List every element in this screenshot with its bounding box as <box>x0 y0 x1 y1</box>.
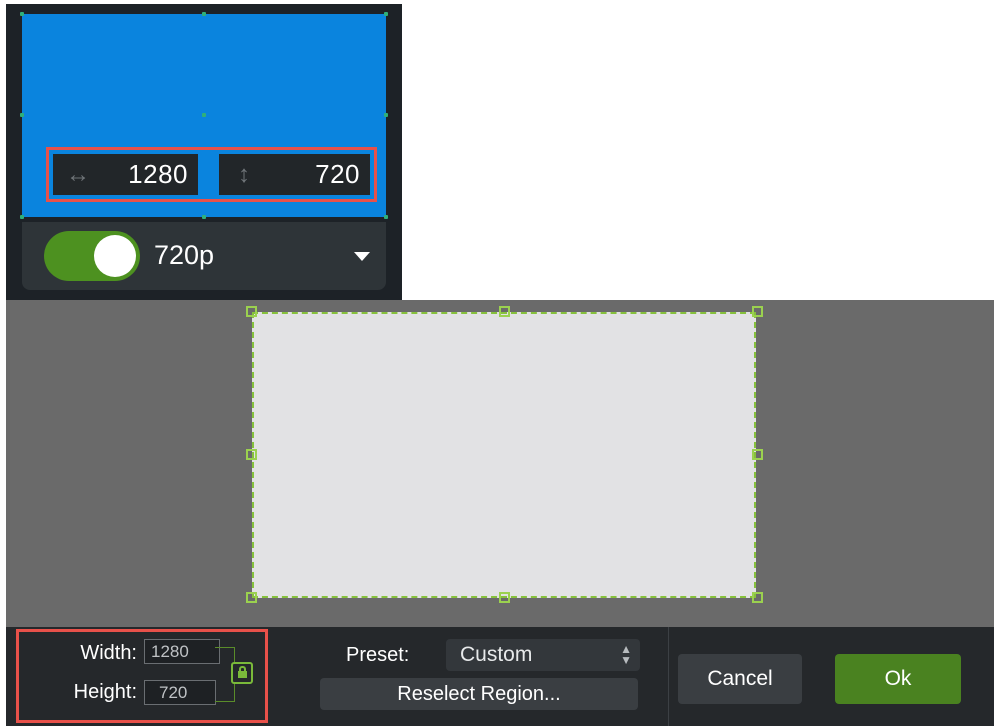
region-center-handle[interactable] <box>202 113 206 117</box>
resize-handle-bottom-right[interactable] <box>752 592 763 603</box>
resize-handle-top-right[interactable] <box>752 306 763 317</box>
dimensions-highlight: Width: 1280 Height: 720 <box>16 629 268 723</box>
height-label: Height: <box>73 681 137 703</box>
height-field[interactable]: ↕ 720 <box>219 154 370 195</box>
toggle-knob <box>94 235 136 277</box>
resize-handle-top-left[interactable] <box>246 306 257 317</box>
horizontal-arrows-icon: ↔ <box>66 160 90 188</box>
width-label: Width: <box>80 642 137 664</box>
resize-handle-bottom[interactable] <box>499 592 510 603</box>
cancel-button[interactable]: Cancel <box>678 654 802 704</box>
capture-toolbar: Width: 1280 Height: 720 Preset: Custom ▲… <box>6 627 994 726</box>
region-handle[interactable] <box>20 113 24 117</box>
resize-handle-left[interactable] <box>246 449 257 460</box>
lock-icon[interactable] <box>231 662 253 684</box>
region-handle[interactable] <box>202 12 206 16</box>
width-field[interactable]: ↔ 1280 <box>53 154 198 195</box>
region-handle[interactable] <box>20 215 24 219</box>
lock-aspect-toggle[interactable] <box>44 231 140 281</box>
resolution-label[interactable]: 720p <box>154 240 214 271</box>
vertical-arrows-icon: ↕ <box>238 160 250 188</box>
width-input[interactable]: 1280 <box>144 639 220 664</box>
selected-region[interactable] <box>252 312 756 598</box>
height-input[interactable]: 720 <box>144 680 216 705</box>
region-handle[interactable] <box>384 215 388 219</box>
chevron-down-icon[interactable] <box>354 252 370 261</box>
height-value[interactable]: 720 <box>269 159 370 190</box>
divider <box>668 627 669 726</box>
select-arrows-icon: ▲ ▼ <box>620 642 632 667</box>
preset-select[interactable]: Custom ▲ ▼ <box>446 639 640 671</box>
region-selector-panel: Width: 1280 Height: 720 Preset: Custom ▲… <box>6 300 994 726</box>
ok-button[interactable]: Ok <box>835 654 961 704</box>
width-value[interactable]: 1280 <box>103 159 198 190</box>
resize-handle-top[interactable] <box>499 306 510 317</box>
region-handle[interactable] <box>202 215 206 219</box>
reselect-region-button[interactable]: Reselect Region... <box>320 678 638 710</box>
region-handle[interactable] <box>384 12 388 16</box>
resize-handle-bottom-left[interactable] <box>246 592 257 603</box>
preset-label: Preset: <box>346 644 410 666</box>
resize-handle-right[interactable] <box>752 449 763 460</box>
resolution-row: 720p <box>22 222 386 290</box>
dimensions-highlight: ↔ 1280 ↕ 720 <box>46 147 377 202</box>
region-handle[interactable] <box>20 12 24 16</box>
region-handle[interactable] <box>384 113 388 117</box>
preset-value: Custom <box>460 643 533 666</box>
recording-size-panel: ↔ 1280 ↕ 720 720p <box>6 4 402 300</box>
